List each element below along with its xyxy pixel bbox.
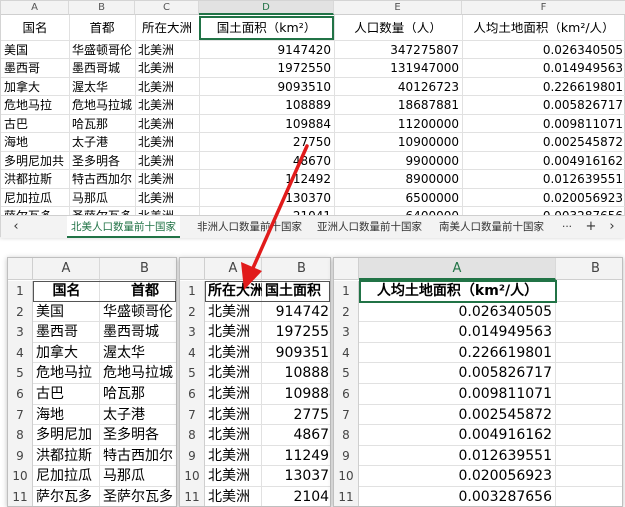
red-arrow-icon: [241, 144, 309, 290]
